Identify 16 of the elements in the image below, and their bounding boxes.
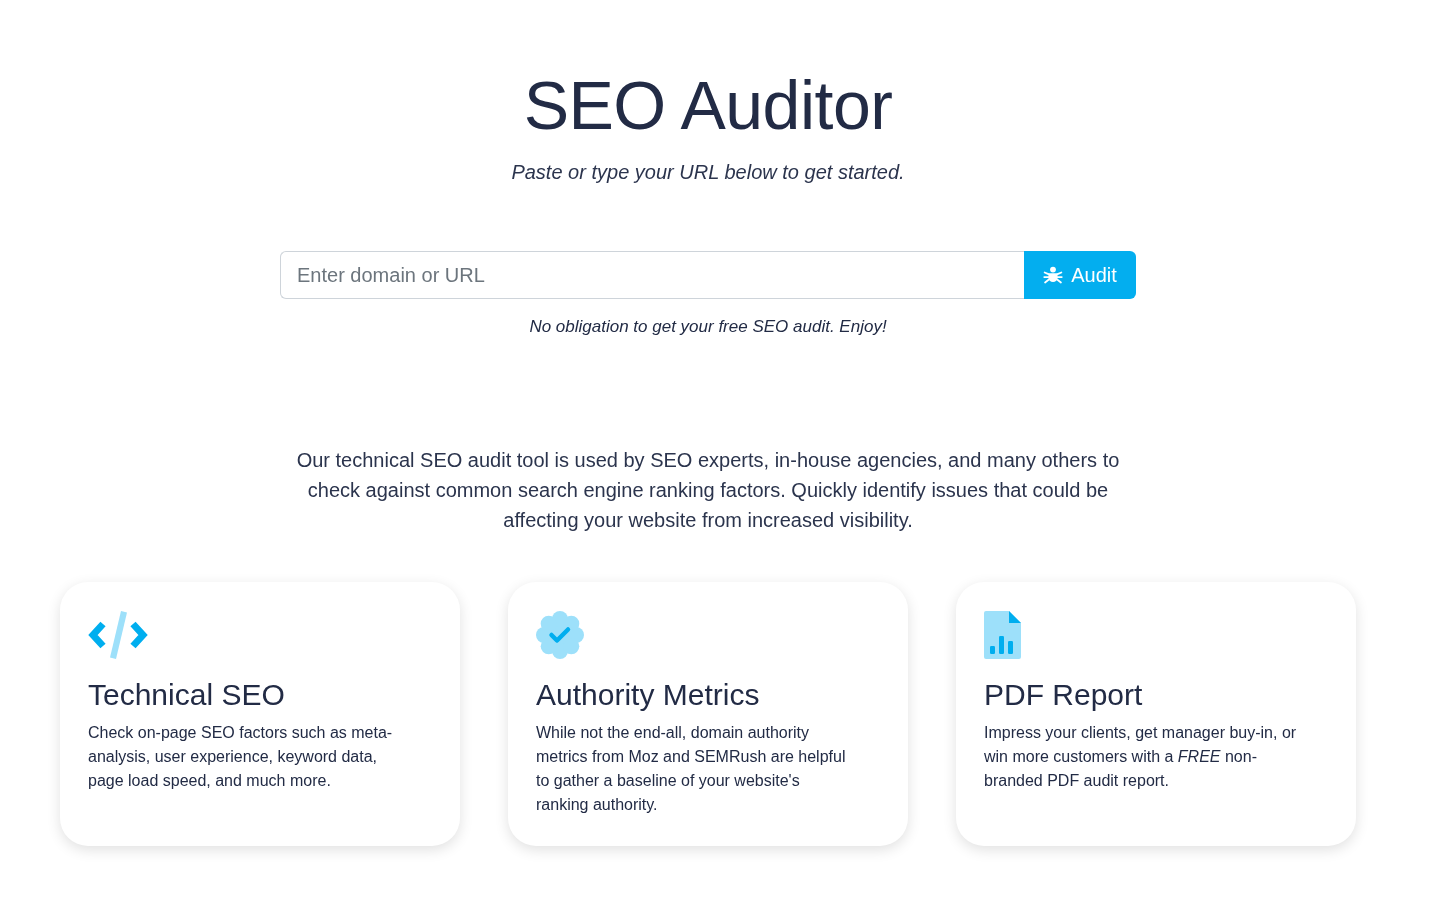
url-input-field[interactable]: Enter domain or URL bbox=[280, 251, 1024, 299]
page-subtitle: Paste or type your URL below to get started. bbox=[511, 160, 905, 185]
search-note: No obligation to get your free SEO audit. Enjoy! bbox=[529, 316, 887, 338]
code-brackets-icon bbox=[88, 611, 148, 659]
check-badge-icon bbox=[536, 611, 584, 659]
document-chart-icon bbox=[984, 611, 1021, 659]
page-title: SEO Auditor bbox=[523, 66, 893, 145]
feature-title: PDF Report bbox=[984, 677, 1143, 713]
audit-button[interactable]: Audit bbox=[1024, 251, 1136, 299]
feature-title: Authority Metrics bbox=[536, 677, 760, 713]
bug-icon bbox=[1043, 265, 1064, 285]
feature-title: Technical SEO bbox=[88, 677, 285, 713]
intro-paragraph: Our technical SEO audit tool is used by SEO experts, in-house agencies, and many others to check against common search engine ranking factors. Quickly identify issues that could be affecting your website from increased visibility. bbox=[295, 448, 1121, 533]
feature-description: Check on-page SEO factors such as meta-analysis, user experience, keyword data, page load speed, and much more. bbox=[88, 723, 394, 791]
feature-description: Impress your clients, get manager buy-in, or win more customers with a FREE non-branded PDF audit report. bbox=[984, 723, 1298, 791]
feature-description: While not the end-all, domain authority metrics from Moz and SEMRush are helpful to gather a baseline of your website's ranking authority. bbox=[536, 723, 847, 815]
